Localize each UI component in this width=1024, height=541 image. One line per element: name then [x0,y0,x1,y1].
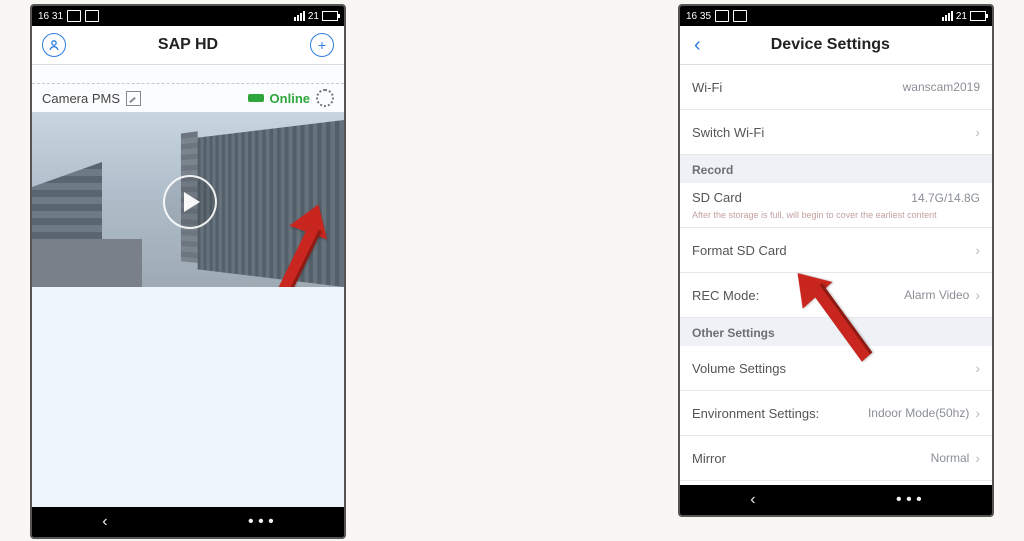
status-time: 16 35 [686,11,711,22]
signal-icon [942,11,953,21]
settings-list: Wi-Fi wanscam2019 Switch Wi-Fi › Record … [680,65,992,485]
mirror-label: Mirror [692,451,726,466]
env-value: Indoor Mode(50hz) [868,406,969,420]
row-osd[interactable]: OSD [680,481,992,485]
chat-icon [67,10,81,22]
chevron-right-icon: › [975,360,980,376]
status-time: 16 31 [38,11,63,22]
gear-icon[interactable] [316,89,334,107]
empty-area [32,287,344,507]
signal-icon [294,11,305,21]
nav-menu[interactable]: • • • [896,491,922,509]
camera-preview[interactable] [32,112,344,287]
camera-status: Online [270,91,310,106]
row-format-sd[interactable]: Format SD Card › [680,228,992,273]
add-button[interactable]: + [310,33,334,57]
status-battery-pct: 21 [308,11,319,22]
sdcard-value: 14.7G/14.8G [911,191,980,205]
row-switch-wifi[interactable]: Switch Wi-Fi › [680,110,992,155]
app-header: SAP HD + [32,26,344,65]
phone-right: 16 35 21 ‹ Device Settings Wi-Fi wanscam… [678,4,994,517]
row-mirror[interactable]: Mirror Normal › [680,436,992,481]
page-title: Device Settings [771,36,890,54]
nav-menu[interactable]: • • • [248,513,274,531]
chevron-right-icon: › [975,450,980,466]
preview-building-right [198,120,344,287]
account-icon[interactable] [42,33,66,57]
phone-left: 16 31 21 SAP HD + Camera PMS Online [30,4,346,539]
battery-icon [970,11,986,21]
status-bar: 16 31 21 [32,6,344,26]
camera-row: Camera PMS Online [32,84,344,112]
switch-wifi-label: Switch Wi-Fi [692,125,764,140]
play-button[interactable] [163,175,217,229]
battery-icon [322,11,338,21]
section-record: Record [680,155,992,183]
sdcard-label: SD Card [692,190,742,205]
volume-label: Volume Settings [692,361,786,376]
status-bar: 16 35 21 [680,6,992,26]
row-sdcard[interactable]: SD Card 14.7G/14.8G After the storage is… [680,183,992,228]
recmode-value: Alarm Video [904,288,969,302]
wifi-value: wanscam2019 [903,80,980,94]
row-rec-mode[interactable]: REC Mode: Alarm Video › [680,273,992,318]
wifi-label: Wi-Fi [692,80,722,95]
chevron-right-icon: › [975,287,980,303]
app-title: SAP HD [158,36,218,54]
format-label: Format SD Card [692,243,787,258]
app-header: ‹ Device Settings [680,26,992,65]
mirror-value: Normal [931,451,970,465]
row-environment[interactable]: Environment Settings: Indoor Mode(50hz) … [680,391,992,436]
back-button[interactable]: ‹ [690,34,701,57]
system-nav: ‹ • • • [32,507,344,537]
chevron-right-icon: › [975,405,980,421]
system-nav: ‹ • • • [680,485,992,515]
section-other: Other Settings [680,318,992,346]
chevron-right-icon: › [975,242,980,258]
battery-small-icon [248,94,264,102]
image-icon [85,10,99,22]
row-volume[interactable]: Volume Settings › [680,346,992,391]
image-icon [733,10,747,22]
chat-icon [715,10,729,22]
status-battery-pct: 21 [956,11,967,22]
nav-back[interactable]: ‹ [102,513,107,531]
env-label: Environment Settings: [692,406,819,421]
recmode-label: REC Mode: [692,288,759,303]
spacer [32,65,344,84]
preview-ground [32,239,142,287]
row-wifi[interactable]: Wi-Fi wanscam2019 [680,65,992,110]
sdcard-note: After the storage is full, will begin to… [692,210,980,220]
nav-back[interactable]: ‹ [750,491,755,509]
edit-icon[interactable] [126,91,141,106]
chevron-right-icon: › [975,124,980,140]
camera-name: Camera PMS [42,91,120,106]
